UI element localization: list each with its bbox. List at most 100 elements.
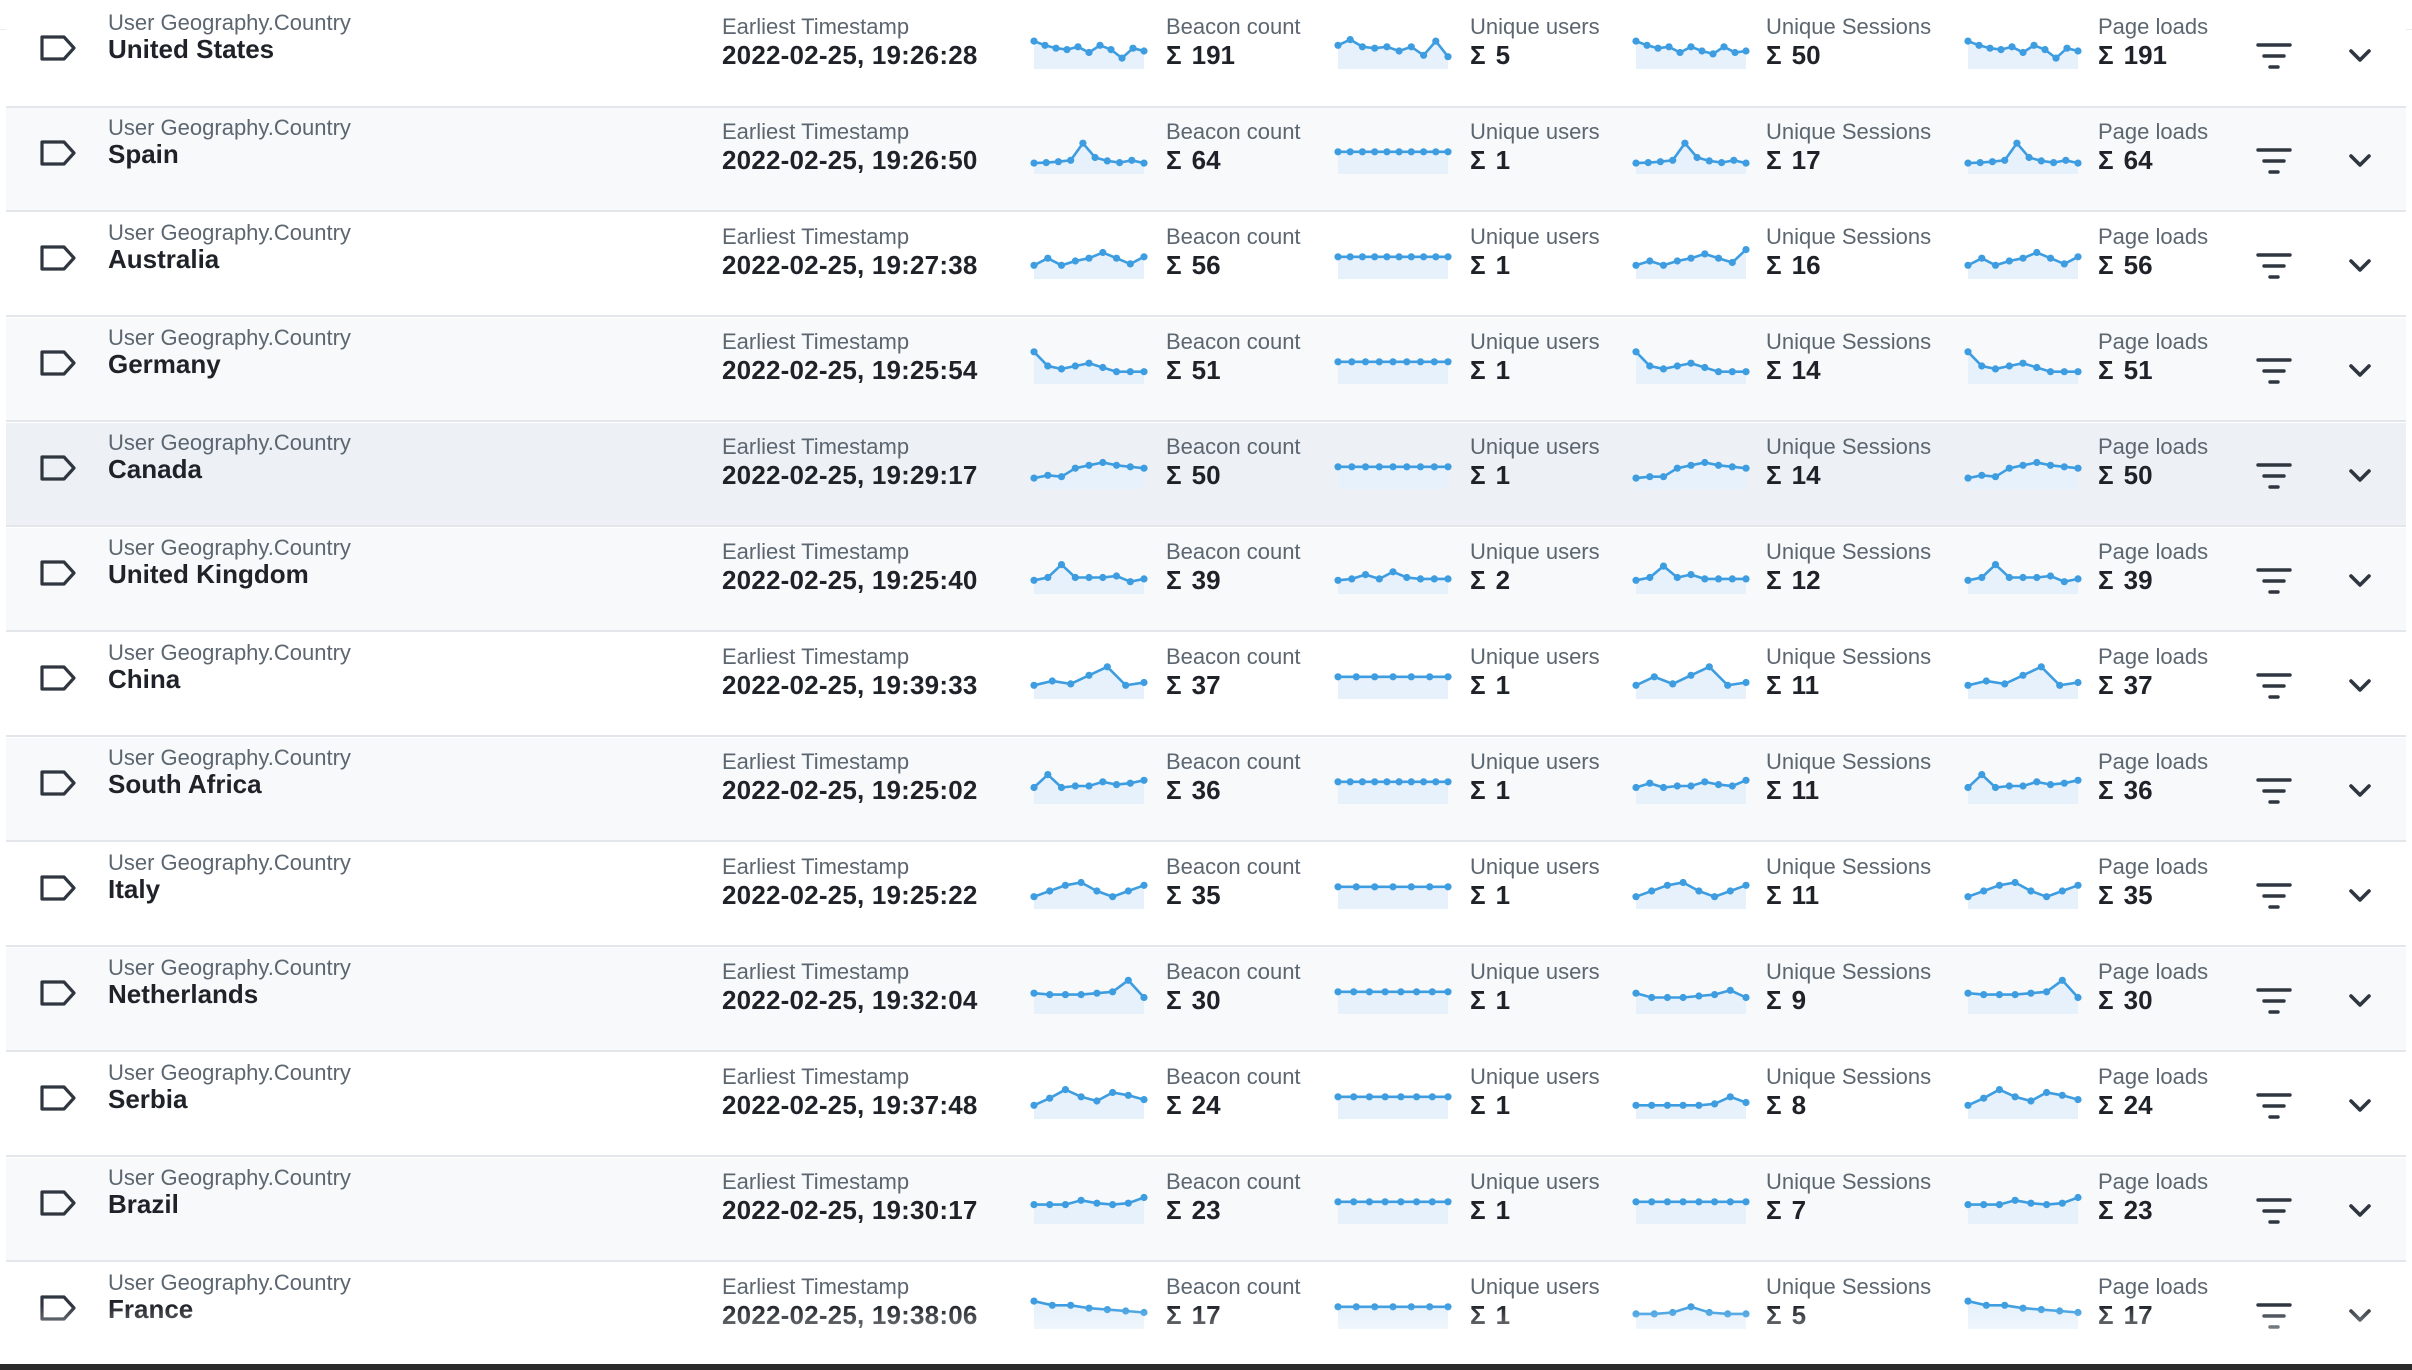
users-label: Unique users <box>1470 434 1600 459</box>
loads-number: 37 <box>2123 670 2153 700</box>
table-row[interactable]: User Geography.Country Germany Earliest Ti… <box>6 318 2406 422</box>
beacon-number: 30 <box>1191 985 1221 1015</box>
sum-symbol: Σ <box>1166 40 1182 70</box>
loads-label: Page loads <box>2098 644 2209 669</box>
table-row[interactable]: User Geography.Country France Earliest Tim… <box>6 1263 2406 1367</box>
table-row[interactable]: User Geography.Country South Africa Earlie… <box>6 738 2406 842</box>
users-sparkline <box>1334 1178 1452 1224</box>
users-sparkline <box>1334 548 1452 594</box>
timestamp-value: 2022-02-25, 19:38:06 <box>722 1300 978 1330</box>
sessions-sparkline <box>1632 968 1750 1014</box>
beacon-number: 37 <box>1191 670 1221 700</box>
loads-number: 24 <box>2123 1090 2153 1120</box>
filter-lines-icon[interactable] <box>2254 1089 2294 1123</box>
sessions-value: Σ 11 <box>1766 670 1819 701</box>
chevron-down-icon[interactable] <box>2342 879 2378 913</box>
loads-number: 17 <box>2123 1300 2153 1330</box>
filter-lines-icon[interactable] <box>2254 984 2294 1018</box>
beacon-value: Σ 24 <box>1166 1090 1221 1121</box>
sum-symbol: Σ <box>1166 460 1182 490</box>
sum-symbol: Σ <box>1766 1195 1782 1225</box>
timestamp-label: Earliest Timestamp <box>722 329 910 354</box>
table-row[interactable]: User Geography.Country Serbia Earliest Tim… <box>6 1053 2406 1157</box>
sessions-sparkline <box>1632 653 1750 699</box>
loads-label: Page loads <box>2098 224 2209 249</box>
filter-lines-icon[interactable] <box>2254 39 2294 73</box>
sum-symbol: Σ <box>1470 880 1486 910</box>
chevron-down-icon[interactable] <box>2342 459 2378 493</box>
users-label: Unique users <box>1470 1169 1600 1194</box>
sum-symbol: Σ <box>1470 1195 1486 1225</box>
filter-lines-icon[interactable] <box>2254 249 2294 283</box>
beacon-label: Beacon count <box>1166 1064 1301 1089</box>
table-row[interactable]: User Geography.Country Spain Earliest Time… <box>6 108 2406 212</box>
sessions-number: 14 <box>1791 355 1821 385</box>
chevron-down-icon[interactable] <box>2342 144 2378 178</box>
sessions-number: 17 <box>1791 145 1821 175</box>
users-label: Unique users <box>1470 749 1600 774</box>
loads-label: Page loads <box>2098 14 2209 39</box>
filter-lines-icon[interactable] <box>2254 879 2294 913</box>
sum-symbol: Σ <box>1166 250 1182 280</box>
users-label: Unique users <box>1470 854 1600 879</box>
sessions-number: 9 <box>1791 985 1807 1015</box>
chevron-down-icon[interactable] <box>2342 249 2378 283</box>
loads-value: Σ 64 <box>2098 145 2153 176</box>
loads-number: 191 <box>2123 40 2167 70</box>
beacon-sparkline <box>1030 128 1148 174</box>
sessions-value: Σ 11 <box>1766 880 1819 911</box>
table-row[interactable]: User Geography.Country Italy Earliest Time… <box>6 843 2406 947</box>
users-number: 1 <box>1495 775 1511 805</box>
sessions-sparkline <box>1632 548 1750 594</box>
filter-lines-icon[interactable] <box>2254 354 2294 388</box>
chevron-down-icon[interactable] <box>2342 39 2378 73</box>
beacon-value: Σ 50 <box>1166 460 1221 491</box>
table-row[interactable]: User Geography.Country Canada Earliest Tim… <box>6 423 2406 527</box>
tag-icon <box>38 873 78 903</box>
chevron-down-icon[interactable] <box>2342 1194 2378 1228</box>
beacon-label: Beacon count <box>1166 329 1301 354</box>
filter-lines-icon[interactable] <box>2254 774 2294 808</box>
filter-lines-icon[interactable] <box>2254 669 2294 703</box>
chevron-down-icon[interactable] <box>2342 564 2378 598</box>
country-name: Australia <box>108 244 220 274</box>
table-row[interactable]: User Geography.Country Brazil Earliest Tim… <box>6 1158 2406 1262</box>
sum-symbol: Σ <box>2098 40 2114 70</box>
country-name: China <box>108 664 181 694</box>
filter-lines-icon[interactable] <box>2254 564 2294 598</box>
chevron-down-icon[interactable] <box>2342 774 2378 808</box>
beacon-sparkline <box>1030 23 1148 69</box>
chevron-down-icon[interactable] <box>2342 354 2378 388</box>
filter-lines-icon[interactable] <box>2254 144 2294 178</box>
loads-sparkline <box>1964 443 2082 489</box>
loads-sparkline <box>1964 1073 2082 1119</box>
beacon-label: Beacon count <box>1166 14 1301 39</box>
filter-lines-icon[interactable] <box>2254 1299 2294 1333</box>
chevron-down-icon[interactable] <box>2342 1089 2378 1123</box>
chevron-down-icon[interactable] <box>2342 1299 2378 1333</box>
table-row[interactable]: User Geography.Country United States Earli… <box>6 0 2406 108</box>
table-row[interactable]: User Geography.Country Australia Earliest … <box>6 213 2406 317</box>
filter-lines-icon[interactable] <box>2254 459 2294 493</box>
filter-lines-icon[interactable] <box>2254 1194 2294 1228</box>
tag-icon <box>38 558 78 588</box>
chevron-down-icon[interactable] <box>2342 984 2378 1018</box>
chevron-down-icon[interactable] <box>2342 669 2378 703</box>
beacon-number: 51 <box>1191 355 1221 385</box>
dimension-label: User Geography.Country <box>108 535 351 560</box>
loads-sparkline <box>1964 548 2082 594</box>
sum-symbol: Σ <box>1766 565 1782 595</box>
sessions-sparkline <box>1632 1178 1750 1224</box>
sum-symbol: Σ <box>1766 460 1782 490</box>
table-row[interactable]: User Geography.Country Netherlands Earlies… <box>6 948 2406 1052</box>
loads-label: Page loads <box>2098 749 2209 774</box>
beacon-value: Σ 35 <box>1166 880 1221 911</box>
dimension-label: User Geography.Country <box>108 640 351 665</box>
dimension-label: User Geography.Country <box>108 1060 351 1085</box>
users-sparkline <box>1334 128 1452 174</box>
beacon-number: 17 <box>1191 1300 1221 1330</box>
beacon-sparkline <box>1030 968 1148 1014</box>
table-row[interactable]: User Geography.Country United Kingdom Earl… <box>6 528 2406 632</box>
sessions-value: Σ 14 <box>1766 460 1821 491</box>
table-row[interactable]: User Geography.Country China Earliest Time… <box>6 633 2406 737</box>
